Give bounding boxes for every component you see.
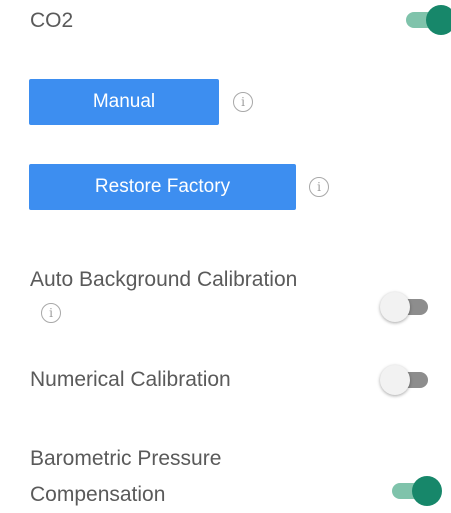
auto-background-calibration-toggle-thumb: [380, 292, 410, 322]
barometric-pressure-compensation-toggle[interactable]: [390, 475, 442, 507]
co2-label: CO2: [30, 9, 74, 32]
restore-factory-button[interactable]: Restore Factory: [29, 164, 296, 210]
auto-background-calibration-label: Auto Background Calibration: [30, 268, 298, 291]
auto-background-calibration-info-icon[interactable]: i: [41, 303, 61, 323]
barometric-pressure-compensation-label: Barometric Pressure Compensation: [30, 447, 222, 506]
co2-toggle-thumb: [426, 5, 451, 35]
numerical-calibration-toggle[interactable]: [380, 364, 432, 396]
barometric-pressure-compensation-toggle-thumb: [412, 476, 442, 506]
auto-background-calibration-toggle[interactable]: [380, 291, 432, 323]
manual-info-icon[interactable]: i: [233, 92, 253, 112]
co2-toggle[interactable]: [404, 4, 451, 36]
numerical-calibration-label: Numerical Calibration: [30, 368, 231, 391]
manual-button[interactable]: Manual: [29, 79, 219, 125]
numerical-calibration-toggle-thumb: [380, 365, 410, 395]
restore-factory-info-icon[interactable]: i: [309, 177, 329, 197]
